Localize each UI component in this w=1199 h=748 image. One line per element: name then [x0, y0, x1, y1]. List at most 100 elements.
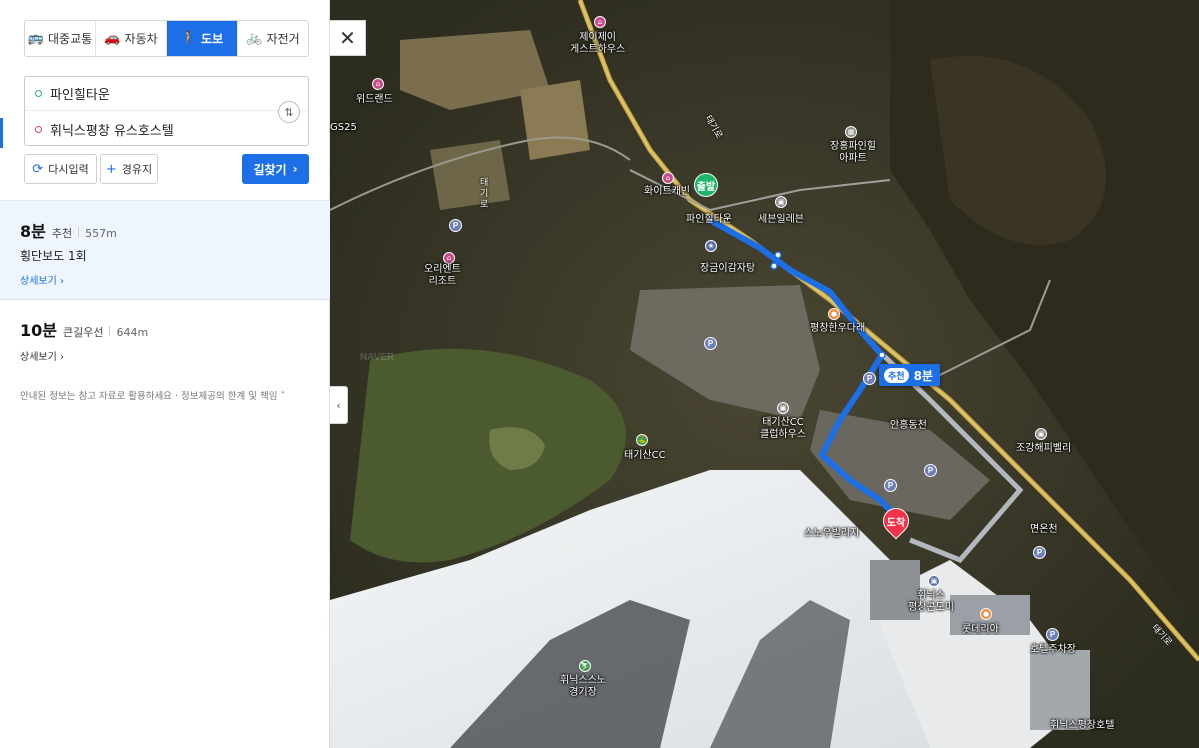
apartment-marker-icon[interactable]: ▦ [845, 126, 857, 138]
ski-slope-marker-icon[interactable]: ⛷ [579, 660, 591, 672]
find-route-button[interactable]: 길찾기 › [242, 154, 309, 184]
poi-label-hotel-parking[interactable]: 호텔주차장 [1030, 644, 1076, 656]
poi-label-snow-village[interactable]: 스노우빌리지 [804, 528, 859, 540]
map-watermark: NAVER [690, 712, 725, 723]
parking-icon[interactable]: P [704, 337, 717, 350]
poi-label-seven-eleven[interactable]: 세븐일레븐 [758, 214, 804, 226]
map-terrain [330, 0, 1199, 748]
bicycle-icon: 🚲 [246, 31, 263, 46]
result-detail-link[interactable]: 상세보기 › [20, 348, 64, 363]
start-dot-icon [35, 90, 42, 97]
clubhouse-marker-icon[interactable]: ▣ [777, 402, 789, 414]
route-input-box: ⇅ [24, 76, 309, 146]
destination-marker-label: 도착 [886, 517, 906, 529]
divider [109, 326, 111, 336]
parking-icon[interactable]: P [924, 464, 937, 477]
poi-label-taegisan-cc2[interactable]: 태기산CC [624, 450, 666, 462]
lodging-marker-icon[interactable]: ⌂ [662, 172, 674, 184]
poi-label-taegisan-cc[interactable]: 태기산CC 클럽하우스 [760, 417, 806, 441]
poi-label-windland[interactable]: 위드랜드 [356, 94, 393, 106]
route-result-recommended[interactable]: 8분 추천 557m 횡단보도 1회 상세보기 › [0, 200, 330, 300]
result-crosswalk-info: 횡단보도 1회 [20, 249, 87, 263]
panel-edge-indicator [0, 118, 3, 148]
poi-label-gs25[interactable]: GS25 [330, 122, 357, 134]
poi-label-snow-park[interactable]: 휘닉스스노 경기장 [560, 675, 606, 699]
condo-marker-icon[interactable]: ▣ [928, 575, 940, 587]
route-badge-chip: 추천 [884, 367, 909, 383]
transport-mode-tabs: 🚌 대중교통 🚗 자동차 🚶 도보 🚲 자전거 [24, 20, 309, 57]
mode-tab-bicycle[interactable]: 🚲 자전거 [238, 21, 308, 56]
info-disclaimer[interactable]: 안내된 정보는 참고 자료로 활용하세요 · 정보제공의 한계 및 책임 ˅ [20, 388, 285, 402]
result-header: 8분 추천 557m [20, 218, 117, 242]
chevron-down-icon: ˅ [280, 391, 286, 402]
poi-label-jogang[interactable]: 조강해피벨리 [1016, 443, 1071, 455]
bus-icon: 🚌 [27, 31, 44, 46]
collapse-panel-button[interactable]: ‹ [330, 386, 348, 424]
map-satellite-view[interactable]: ⌂ 제이제이 게스트하우스 ⌂ 위드랜드 GS25 ⌂ 화이트캐빈 출발 파인힐타… [330, 0, 1199, 748]
fastfood-marker-icon[interactable]: ● [980, 608, 992, 620]
mode-tab-transit[interactable]: 🚌 대중교통 [25, 21, 96, 56]
detail-link-label: 상세보기 [20, 352, 57, 363]
result-header: 10분 큰길우선 644m [20, 317, 148, 341]
plus-icon: + [105, 161, 117, 177]
poi-label-youth-hostel[interactable]: 휘닉스평창호텔 [1050, 720, 1114, 732]
add-waypoint-button[interactable]: + 경유지 [100, 154, 158, 184]
restaurant-marker-icon[interactable]: ★ [705, 240, 717, 252]
result-tag: 추천 [51, 227, 73, 240]
result-time: 8분 [20, 222, 46, 241]
poi-label-lotteria[interactable]: 롯데리아 [962, 624, 999, 636]
poi-label-myeonon[interactable]: 면온천 [1030, 524, 1058, 536]
waypoint-label: 경유지 [121, 163, 153, 176]
route-badge-time: 8분 [913, 368, 933, 383]
mode-tab-walk[interactable]: 🚶 도보 [167, 21, 238, 56]
reset-button[interactable]: ⟳ 다시입력 [24, 154, 97, 184]
route-panel: 🚌 대중교통 🚗 자동차 🚶 도보 🚲 자전거 ⇅ ⟳ 다시입력 [0, 0, 330, 748]
start-input[interactable] [50, 86, 250, 101]
chevron-right-icon: › [60, 352, 64, 363]
parking-icon[interactable]: P [1046, 628, 1059, 641]
mode-tab-label: 자동차 [124, 32, 158, 46]
poi-label-white-cabin[interactable]: 화이트캐빈 [644, 186, 690, 198]
poi-label-anheung[interactable]: 안흥동천 [890, 420, 927, 432]
mode-tab-label: 도보 [201, 32, 224, 46]
mode-tab-label: 자전거 [266, 32, 300, 46]
golf-marker-icon[interactable]: ⛳ [636, 434, 648, 446]
resort-marker-icon[interactable]: ⌂ [443, 252, 455, 264]
swap-arrows-icon: ⇅ [284, 105, 294, 119]
result-time: 10분 [20, 321, 57, 340]
result-tag: 큰길우선 [63, 326, 104, 339]
swap-route-button[interactable]: ⇅ [278, 101, 300, 123]
parking-icon[interactable]: P [863, 372, 876, 385]
route-time-badge[interactable]: 추천 8분 [879, 364, 940, 386]
poi-label-orient[interactable]: 오리엔트 리조트 [424, 264, 461, 288]
lodging-marker-icon[interactable]: ⌂ [372, 78, 384, 90]
car-icon: 🚗 [104, 31, 121, 46]
restaurant-marker-icon[interactable]: ● [828, 308, 840, 320]
refresh-icon: ⟳ [32, 161, 44, 177]
destination-input[interactable] [50, 121, 250, 137]
find-route-label: 길찾기 [253, 162, 287, 177]
convenience-store-icon[interactable]: ▣ [775, 196, 787, 208]
chevron-left-icon: ‹ [336, 398, 341, 412]
poi-label-jay-guesthouse[interactable]: 제이제이 게스트하우스 [570, 32, 625, 56]
chevron-right-icon: › [60, 276, 64, 287]
poi-label-janghong[interactable]: 장홍파인힐 아파트 [830, 141, 876, 165]
poi-label-pc-hanwoo[interactable]: 평창한우다래 [810, 323, 865, 335]
guesthouse-marker-icon[interactable]: ⌂ [594, 16, 606, 28]
parking-icon[interactable]: P [1033, 546, 1046, 559]
close-icon: ✕ [339, 26, 356, 50]
walk-icon: 🚶 [180, 31, 198, 46]
poi-label-pinehill[interactable]: 파인힐타운 [686, 214, 732, 226]
poi-label-jangsu[interactable]: 장금이감자탕 [700, 263, 755, 275]
poi-label-phoenix-condo[interactable]: 휘닉스 평창콘도미 [908, 590, 954, 614]
close-panel-button[interactable]: ✕ [330, 20, 366, 56]
parking-icon[interactable]: P [449, 219, 462, 232]
reset-label: 다시입력 [48, 163, 89, 176]
lodging-marker-icon[interactable]: ▣ [1035, 428, 1047, 440]
start-marker-label: 출발 [696, 181, 716, 193]
parking-icon[interactable]: P [884, 479, 897, 492]
route-result-main-road[interactable]: 10분 큰길우선 644m 상세보기 › [0, 300, 330, 370]
result-detail-link[interactable]: 상세보기 › [20, 272, 64, 287]
start-marker[interactable]: 출발 [694, 173, 718, 197]
mode-tab-car[interactable]: 🚗 자동차 [96, 21, 167, 56]
